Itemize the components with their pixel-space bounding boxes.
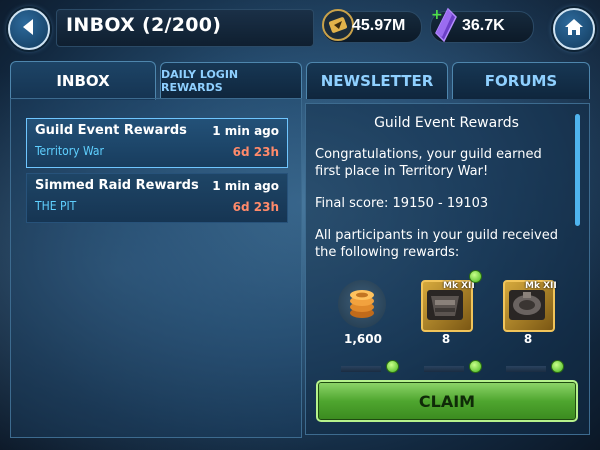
detail-paragraph: All participants in your guild received …: [315, 228, 558, 260]
crystals-value: 36.7K: [462, 17, 505, 34]
back-arrow-icon: [19, 17, 39, 41]
page-title: INBOX (2/200): [66, 14, 222, 36]
reward-count: 1,600: [344, 332, 382, 346]
new-indicator-icon: [469, 270, 482, 283]
tab-daily-login-rewards[interactable]: DAILY LOGIN REWARDS: [160, 62, 302, 99]
new-indicator-icon: [386, 360, 399, 373]
reward-row-partial: [341, 366, 381, 372]
reward-mk-xii-gear[interactable]: Mk XII 8: [501, 278, 557, 346]
svg-text:+: +: [431, 7, 443, 23]
tab-forums[interactable]: FORUMS: [452, 62, 590, 99]
top-bar: INBOX (2/200) 45.97M + 36.7K: [0, 0, 600, 52]
back-button[interactable]: [8, 8, 50, 50]
mail-time: 1 min ago: [212, 179, 279, 193]
mail-subtitle: THE PIT: [35, 199, 77, 213]
credits-icon: [338, 280, 386, 328]
reward-count: 8: [441, 332, 451, 346]
reward-row-partial: [506, 366, 546, 372]
new-indicator-icon: [551, 360, 564, 373]
credits-value: 45.97M: [352, 17, 406, 34]
reward-credits[interactable]: 1,600: [336, 278, 392, 346]
tab-inbox[interactable]: INBOX: [10, 61, 156, 100]
detail-title: Guild Event Rewards: [374, 115, 519, 131]
detail-paragraph: Congratulations, your guild earned first…: [315, 147, 542, 179]
gear-tier-label: Mk XII: [525, 281, 557, 291]
tab-newsletter[interactable]: NEWSLETTER: [306, 62, 448, 99]
reward-row-partial: [424, 366, 464, 372]
detail-message: Congratulations, your guild earned first…: [315, 146, 570, 276]
mail-title: Simmed Raid Rewards: [35, 178, 199, 193]
mail-title: Guild Event Rewards: [35, 123, 187, 138]
new-indicator-icon: [469, 360, 482, 373]
detail-paragraph: Final score: 19150 - 19103: [315, 196, 489, 211]
home-icon: [564, 17, 584, 41]
credits-icon: [322, 9, 354, 45]
reward-mk-xii-gear[interactable]: Mk XII 8: [419, 278, 475, 346]
mail-expiry: 6d 23h: [232, 145, 279, 159]
mail-expiry: 6d 23h: [232, 200, 279, 214]
crystal-icon: +: [428, 5, 462, 49]
claim-button[interactable]: CLAIM: [316, 380, 578, 422]
mail-item-guild-event-rewards[interactable]: Guild Event Rewards Territory War 1 min …: [26, 118, 288, 168]
gear-tier-label: Mk XII: [443, 281, 475, 291]
mail-subtitle: Territory War: [35, 144, 104, 158]
mail-item-simmed-raid-rewards[interactable]: Simmed Raid Rewards THE PIT 1 min ago 6d…: [26, 173, 288, 223]
reward-count: 8: [523, 332, 533, 346]
mail-time: 1 min ago: [212, 124, 279, 138]
home-button[interactable]: [553, 8, 595, 50]
